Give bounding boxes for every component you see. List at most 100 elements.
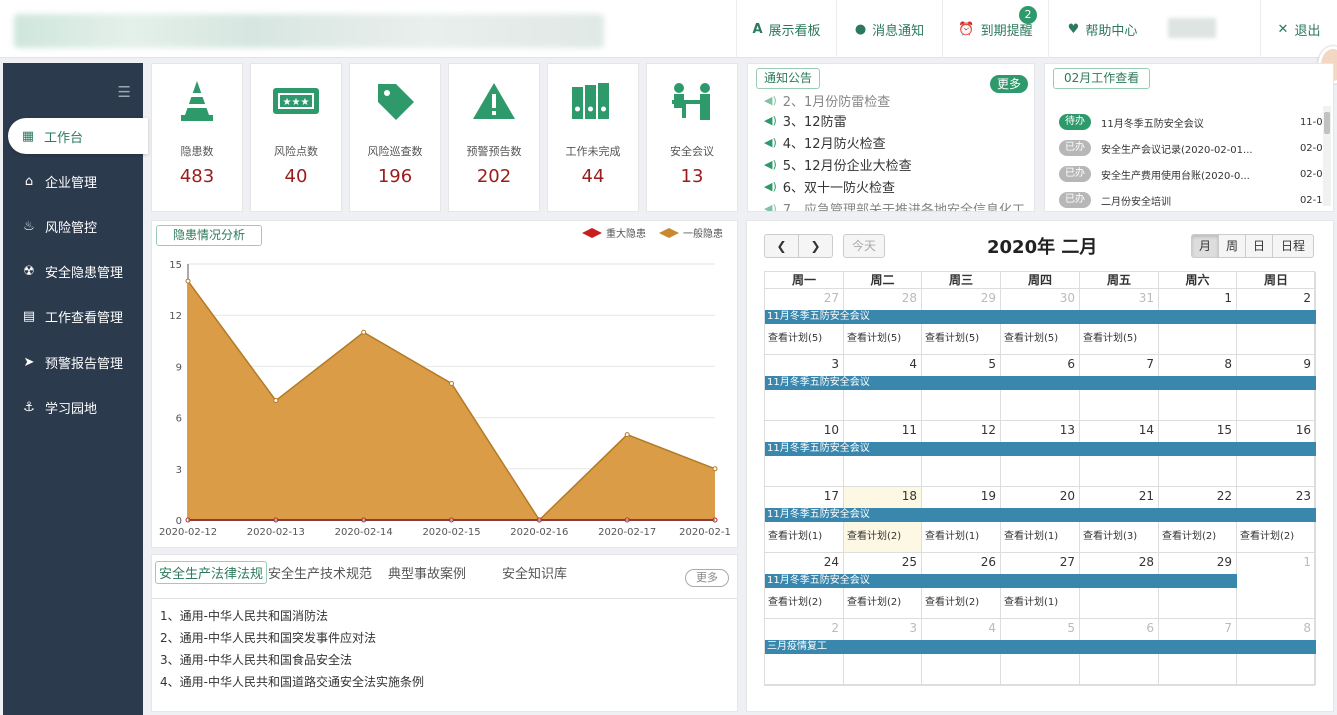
tag-icon <box>350 78 440 124</box>
sidebar-item-label: 学习园地 <box>45 401 98 417</box>
view-month-button[interactable]: 月 <box>1191 234 1219 258</box>
calendar-event-bar[interactable]: 三月疫情复工 <box>765 640 1316 654</box>
sidebar-item-workbench[interactable]: ▦ 工作台 <box>8 118 148 154</box>
work-row-title: 安全生产会议记录(2020-02-01... <box>1101 144 1253 156</box>
calendar-prev-button[interactable]: ❮ <box>764 234 799 258</box>
topnav-messages[interactable]: ● 消息通知 <box>836 0 942 58</box>
view-plan-link[interactable]: 查看计划(2) <box>1162 527 1216 542</box>
notice-item[interactable]: ◀) 5、12月份企业大检查 <box>764 155 912 174</box>
calendar-day-cell[interactable]: 1 <box>1237 553 1316 619</box>
notice-item[interactable]: ◀) 2、1月份防雷检查 <box>764 91 890 110</box>
view-plan-link[interactable]: 查看计划(2) <box>925 593 979 608</box>
work-row[interactable]: 已办 安全生产会议记录(2020-02-01... 02-01 <box>1059 139 1329 157</box>
view-agenda-button[interactable]: 日程 <box>1272 234 1314 258</box>
view-plan-link[interactable]: 查看计划(3) <box>1083 527 1137 542</box>
tab-cases[interactable]: 典型事故案例 <box>388 563 466 582</box>
law-item[interactable]: 3、通用-中华人民共和国食品安全法 <box>160 651 352 668</box>
sidebar-item-enterprise[interactable]: ⌂ 企业管理 <box>3 163 143 199</box>
calendar-event-bar[interactable]: 11月冬季五防安全会议 <box>765 574 1237 588</box>
topnav-reminder[interactable]: ⏰ 到期提醒 2 <box>942 0 1048 58</box>
day-number: 6 <box>1146 621 1154 635</box>
knowledge-more-button[interactable]: 更多 <box>685 569 729 587</box>
menu-toggle-icon[interactable]: ☰ <box>118 83 131 101</box>
sidebar-item-risk[interactable]: ♨ 风险管控 <box>3 208 143 244</box>
speaker-icon: ◀) <box>764 114 777 127</box>
sidebar-item-work[interactable]: ▤ 工作查看管理 <box>3 298 143 334</box>
tab-standards[interactable]: 安全生产技术规范 <box>268 563 372 582</box>
stat-card-hazards[interactable]: 隐患数 483 <box>151 63 243 212</box>
view-plan-link[interactable]: 查看计划(5) <box>847 329 901 344</box>
notice-panel: 通知公告 更多 ◀) 2、1月份防雷检查 ◀) 3、12防雷 ◀) 4、12月防火检查… <box>747 63 1035 212</box>
topnav-messages-label: 消息通知 <box>872 23 925 39</box>
stat-value: 196 <box>377 166 413 187</box>
work-row[interactable]: 已办 安全生产费用使用台账(2020-0... 02-01 <box>1059 165 1329 183</box>
view-day-button[interactable]: 日 <box>1245 234 1273 258</box>
day-number: 29 <box>1216 555 1232 569</box>
sidebar-item-hazard[interactable]: ☢ 安全隐患管理 <box>3 253 143 289</box>
calendar-next-button[interactable]: ❯ <box>798 234 833 258</box>
send-icon: ➤ <box>23 354 35 370</box>
topnav-dashboard[interactable]: A 展示看板 <box>736 0 836 58</box>
law-item[interactable]: 4、通用-中华人民共和国道路交通安全法实施条例 <box>160 673 424 690</box>
stat-value: 44 <box>581 166 605 187</box>
work-row[interactable]: 已办 二月份安全培训 02-11 <box>1059 191 1329 209</box>
work-row[interactable]: 待办 11月冬季五防安全会议 11-01 <box>1059 113 1329 131</box>
view-plan-link[interactable]: 查看计划(2) <box>768 593 822 608</box>
blurred-logo <box>14 14 604 48</box>
speaker-icon: ◀) <box>764 94 777 107</box>
view-plan-link[interactable]: 查看计划(5) <box>768 329 822 344</box>
day-number: 5 <box>1067 621 1075 635</box>
calendar-event-bar[interactable]: 11月冬季五防安全会议 <box>765 442 1316 456</box>
data-point-general <box>624 432 630 438</box>
day-number: 19 <box>980 489 996 503</box>
view-plan-link[interactable]: 查看计划(5) <box>1083 329 1137 344</box>
view-plan-link[interactable]: 查看计划(5) <box>1004 329 1058 344</box>
knowledge-panel: 安全生产法律法规 安全生产技术规范 典型事故案例 安全知识库 更多 1、通用-中… <box>151 554 738 712</box>
calendar-event-bar[interactable]: 11月冬季五防安全会议 <box>765 310 1316 324</box>
view-plan-link[interactable]: 查看计划(1) <box>1004 593 1058 608</box>
y-tick-label: 12 <box>169 311 182 322</box>
blurred-username <box>1168 18 1216 38</box>
sidebar-item-warning[interactable]: ➤ 预警报告管理 <box>3 344 143 380</box>
tab-knowledge-base[interactable]: 安全知识库 <box>502 563 567 582</box>
notice-more-button[interactable]: 更多 <box>990 75 1029 93</box>
stat-card-unfinished[interactable]: 工作未完成 44 <box>547 63 639 212</box>
view-plan-link[interactable]: 查看计划(2) <box>847 593 901 608</box>
weekday-header: 周一 <box>765 272 844 289</box>
notice-text: 2、1月份防雷检查 <box>782 95 891 110</box>
legend-item-general[interactable]: 一般隐患 <box>659 225 723 240</box>
notice-item[interactable]: ◀) 3、12防雷 <box>764 111 847 130</box>
tab-laws[interactable]: 安全生产法律法规 <box>155 561 268 584</box>
view-week-button[interactable]: 周 <box>1218 234 1246 258</box>
x-tick-label: 2020-02-17 <box>598 527 656 538</box>
notice-item[interactable]: ◀) 7、应急管理部关于推进各地安全信息化工 <box>764 199 1025 211</box>
sidebar-item-learning[interactable]: ⚓ 学习园地 <box>3 389 143 425</box>
calendar-today-button[interactable]: 今天 <box>843 234 885 258</box>
law-item[interactable]: 2、通用-中华人民共和国突发事件应对法 <box>160 629 376 646</box>
view-plan-link[interactable]: 查看计划(2) <box>1240 527 1294 542</box>
stat-card-warnings[interactable]: 预警预告数 202 <box>448 63 540 212</box>
view-plan-link[interactable]: 查看计划(1) <box>925 527 979 542</box>
day-number: 1 <box>1224 291 1232 305</box>
calendar-event-bar[interactable]: 11月冬季五防安全会议 <box>765 376 1316 390</box>
x-tick-label: 2020-02-15 <box>422 527 480 538</box>
scrollbar-thumb[interactable] <box>1324 112 1330 134</box>
notice-item[interactable]: ◀) 6、双十一防火检查 <box>764 177 895 196</box>
view-plan-link[interactable]: 查看计划(5) <box>925 329 979 344</box>
law-item[interactable]: 1、通用-中华人民共和国消防法 <box>160 607 328 624</box>
notice-item[interactable]: ◀) 4、12月防火检查 <box>764 133 886 152</box>
view-plan-link[interactable]: 查看计划(1) <box>1004 527 1058 542</box>
cone-icon <box>152 78 242 124</box>
work-scrollbar[interactable] <box>1323 106 1331 206</box>
topnav-help[interactable]: ♥ 帮助中心 <box>1048 0 1156 58</box>
day-number: 28 <box>1138 555 1154 569</box>
stat-card-inspections[interactable]: 风险巡查数 196 <box>349 63 441 212</box>
stat-card-risk-points[interactable]: ★★★ 风险点数 40 <box>250 63 342 212</box>
legend-item-major[interactable]: 重大隐患 <box>582 225 646 240</box>
view-plan-link[interactable]: 查看计划(1) <box>768 527 822 542</box>
legend-swatch-general <box>659 227 679 238</box>
calendar-event-bar[interactable]: 11月冬季五防安全会议 <box>765 508 1316 522</box>
view-plan-link[interactable]: 查看计划(2) <box>847 527 901 542</box>
chat-icon: ● <box>854 21 867 37</box>
stat-card-meetings[interactable]: 安全会议 13 <box>646 63 738 212</box>
